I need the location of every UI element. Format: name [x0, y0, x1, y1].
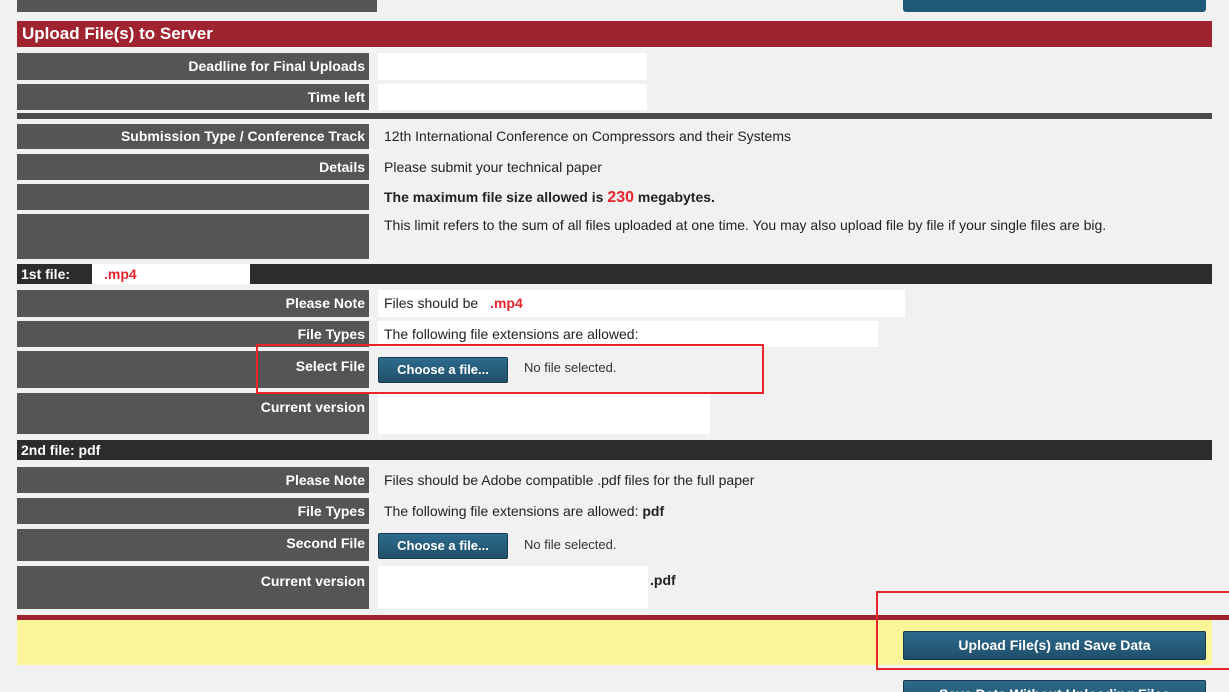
file2-types-ext: pdf — [642, 503, 665, 519]
file1-note-ext: .mp4 — [490, 295, 523, 311]
file1-header-ext-box: .mp4 — [92, 264, 250, 284]
file1-types-text: The following file extensions are allowe… — [384, 326, 639, 342]
separator-dark — [17, 113, 1212, 119]
file2-types-label: File Types — [17, 498, 369, 524]
highlight-select-file — [256, 344, 764, 394]
file2-current-label: Current version — [17, 566, 369, 609]
file2-note-text: Files should be Adobe compatible .pdf fi… — [384, 472, 755, 488]
max-size-suffix: megabytes. — [637, 189, 715, 205]
max-size-number: 230 — [607, 189, 634, 206]
file1-note-box: Files should be .mp4 — [378, 290, 905, 317]
deadline-label: Deadline for Final Uploads — [17, 53, 369, 80]
max-size-prefix: The maximum file size allowed is — [384, 189, 604, 205]
file2-types-text: The following file extensions are allowe… — [384, 503, 639, 519]
max-size-text: The maximum file size allowed is 230 meg… — [378, 184, 715, 210]
file1-header-label: 1st file: — [21, 266, 71, 282]
submission-value: 12th International Conference on Compres… — [384, 128, 791, 144]
deadline-value — [378, 53, 647, 80]
file1-note-label: Please Note — [17, 290, 369, 317]
save-without-button-wrap: Save Data Without Uploading Files — [903, 680, 1206, 692]
file2-current-box — [378, 566, 648, 609]
submission-label: Submission Type / Conference Track — [17, 124, 369, 149]
file2-header: 2nd file: pdf — [17, 440, 1212, 460]
file1-header-ext: .mp4 — [104, 266, 137, 282]
file2-types-box: The following file extensions are allowe… — [378, 498, 664, 524]
top-partial-button[interactable] — [903, 0, 1206, 12]
file2-no-file-text: No file selected. — [524, 537, 617, 552]
file1-note-text: Files should be — [384, 295, 479, 311]
top-dark-strip — [17, 0, 377, 12]
limit-note-label-cell — [17, 214, 369, 259]
save-without-button[interactable]: Save Data Without Uploading Files — [903, 680, 1206, 692]
time-left-value — [378, 84, 647, 110]
file2-current-ext: .pdf — [650, 572, 676, 588]
file1-current-value — [378, 393, 710, 434]
file2-note-label: Please Note — [17, 467, 369, 493]
file2-select-label: Second File — [17, 529, 369, 561]
max-size-label-cell — [17, 184, 369, 210]
section-title: Upload File(s) to Server — [22, 24, 213, 43]
file1-current-label: Current version — [17, 393, 369, 434]
limit-note-text: This limit refers to the sum of all file… — [384, 217, 1107, 233]
details-value: Please submit your technical paper — [384, 159, 602, 175]
details-label: Details — [17, 154, 369, 180]
file2-choose-button[interactable]: Choose a file... — [378, 533, 508, 559]
highlight-upload-button — [876, 591, 1229, 670]
time-left-label: Time left — [17, 84, 369, 110]
